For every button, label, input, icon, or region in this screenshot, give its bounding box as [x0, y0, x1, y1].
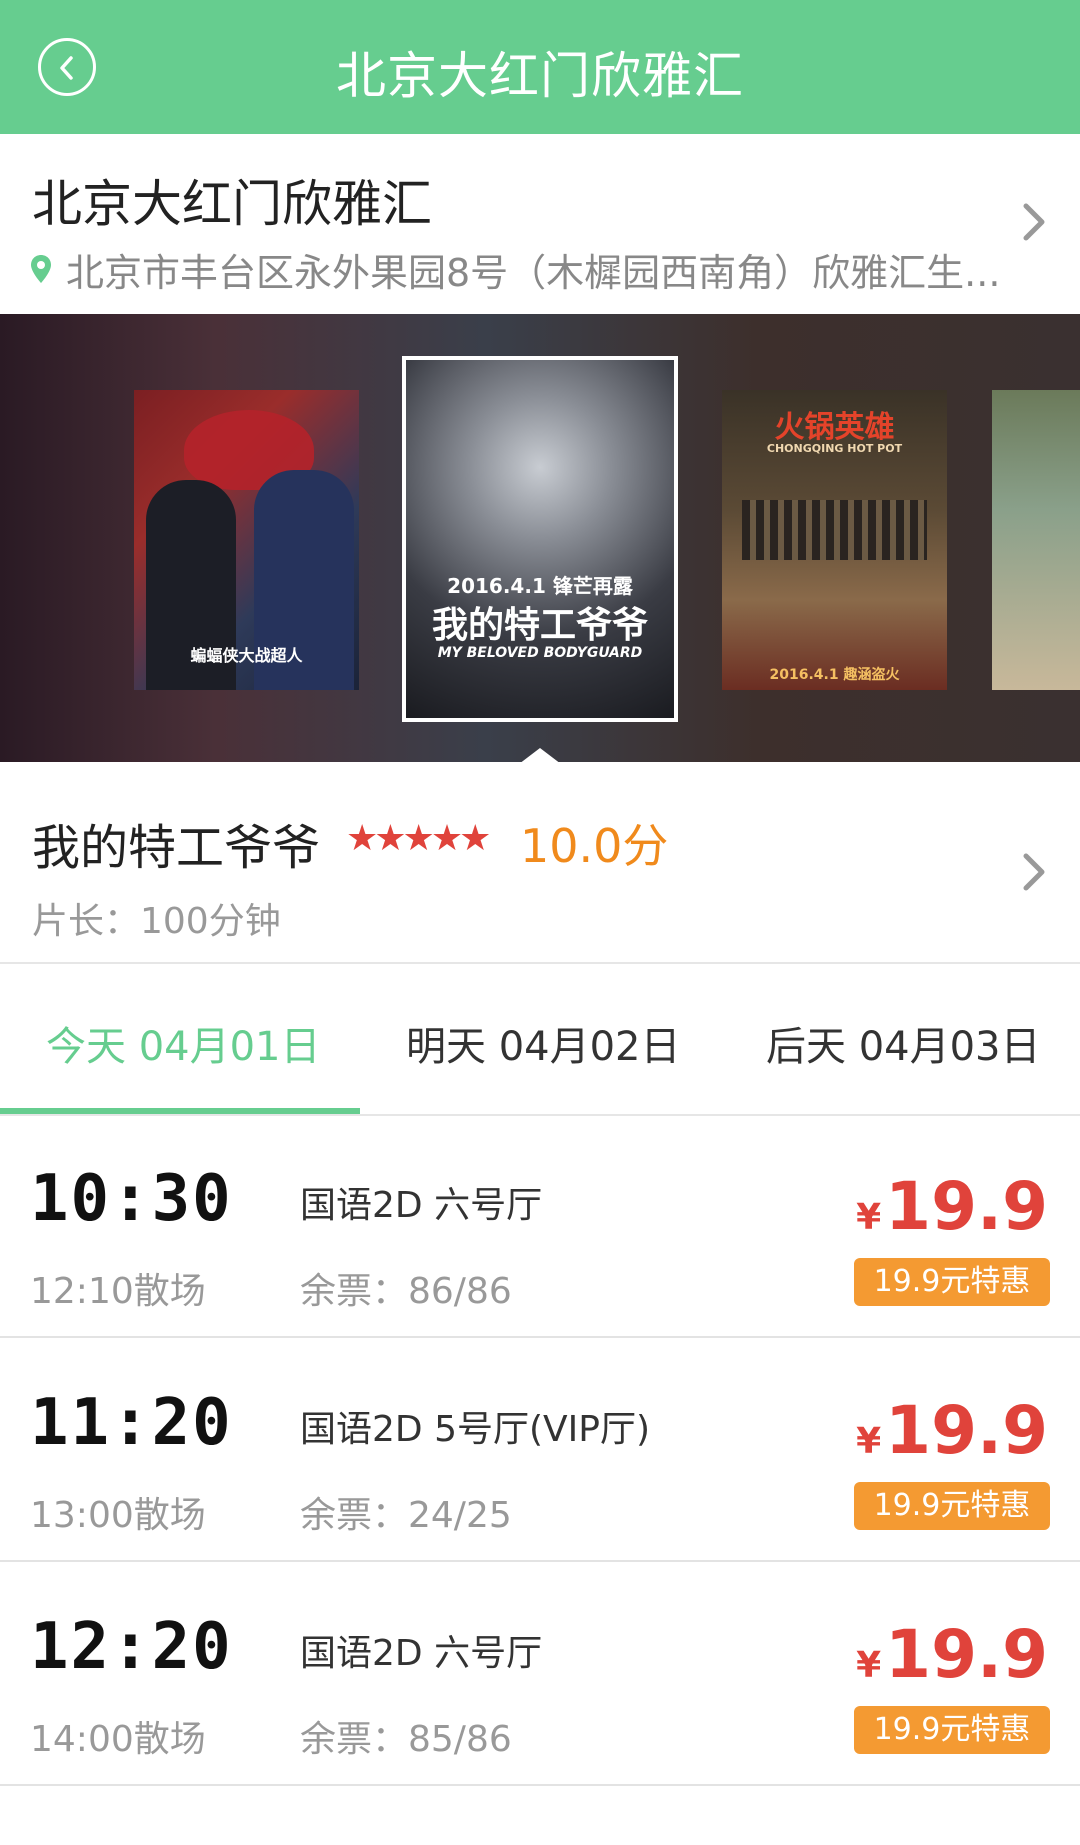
showtime-row[interactable]: 11:20 13:00散场 国语2D 5号厅(VIP厅) 余票：24/25 ¥1… [0, 1340, 1080, 1562]
currency-symbol: ¥ [856, 1197, 882, 1238]
promo-badge: 19.9元特惠 [854, 1258, 1050, 1306]
rating-stars: ★★★★★ [346, 818, 491, 859]
show-start-time: 11:20 [30, 1386, 233, 1460]
currency-symbol: ¥ [856, 1645, 882, 1686]
poster-my-beloved-bodyguard-selected[interactable]: 2016.4.1 锋芒再露 我的特工爷爷 MY BELOVED BODYGUAR… [402, 356, 678, 722]
chevron-right-icon [1023, 203, 1045, 241]
show-end-time: 12:10散场 [30, 1271, 206, 1312]
poster-date: 2016.4.1 趣涵盗火 [769, 667, 900, 683]
movie-duration: 片长：100分钟 [32, 901, 281, 942]
show-start-time: 10:30 [30, 1162, 233, 1236]
cinema-info-row[interactable]: 北京大红门欣雅汇 北京市丰台区永外果园8号（木樨园西南角）欣雅汇生... [0, 134, 1080, 314]
movie-info-row[interactable]: 我的特工爷爷 ★★★★★ 10.0分 片长：100分钟 [0, 762, 1080, 964]
price-amount: 19.9 [885, 1616, 1048, 1693]
price-amount: 19.9 [885, 1392, 1048, 1469]
showtime-row[interactable]: 10:30 12:10散场 国语2D 六号厅 余票：86/86 ¥19.9 19… [0, 1116, 1080, 1338]
poster-date: 2016.4.1 锋芒再露 [447, 574, 633, 598]
tab-tomorrow[interactable]: 明天 04月02日 [406, 1014, 681, 1072]
date-tabs: 今天 04月01日 明天 04月02日 后天 04月03日 [0, 964, 1080, 1116]
top-bar: 北京大红门欣雅汇 [0, 0, 1080, 134]
ticket-price: ¥19.9 [856, 1616, 1048, 1693]
show-start-time: 12:20 [30, 1610, 233, 1684]
poster-title: 我的特工爷爷 [431, 605, 648, 646]
show-end-time: 13:00散场 [30, 1495, 206, 1536]
show-hall: 国语2D 5号厅(VIP厅) [300, 1409, 651, 1450]
seats-remaining: 余票：24/25 [300, 1495, 512, 1536]
poster-art [742, 500, 927, 560]
cinema-address: 北京市丰台区永外果园8号（木樨园西南角）欣雅汇生... [66, 251, 1001, 295]
ticket-price: ¥19.9 [856, 1168, 1048, 1245]
show-hall: 国语2D 六号厅 [300, 1633, 543, 1674]
rating-score: 10.0分 [520, 819, 669, 873]
movie-title: 我的特工爷爷 [32, 820, 321, 876]
poster-subtitle: CHONGQING HOT POT [766, 442, 903, 455]
poster-title-en: MY BELOVED BODYGUARD [437, 645, 643, 661]
location-pin-icon [31, 255, 51, 283]
active-tab-indicator [0, 1108, 360, 1114]
seats-remaining: 余票：85/86 [300, 1719, 512, 1760]
poster-caption: 蝙蝠侠大战超人 [190, 646, 303, 665]
tab-today[interactable]: 今天 04月01日 [46, 1014, 321, 1072]
poster-partial[interactable] [992, 390, 1080, 690]
ticket-price: ¥19.9 [856, 1392, 1048, 1469]
poster-title: 火锅英雄 [774, 410, 895, 445]
poster-carousel[interactable]: 蝙蝠侠大战超人 2016.4.1 锋芒再露 我的特工爷爷 MY BELOVED … [0, 314, 1080, 762]
poster-chongqing-hot-pot[interactable]: 火锅英雄 CHONGQING HOT POT 2016.4.1 趣涵盗火 [722, 390, 947, 690]
cinema-name: 北京大红门欣雅汇 [32, 175, 432, 233]
seats-remaining: 余票：86/86 [300, 1271, 512, 1312]
showtime-row[interactable]: 12:20 14:00散场 国语2D 六号厅 余票：85/86 ¥19.9 19… [0, 1564, 1080, 1786]
currency-symbol: ¥ [856, 1421, 882, 1462]
selection-notch [519, 748, 561, 762]
page-title: 北京大红门欣雅汇 [336, 47, 744, 105]
show-end-time: 14:00散场 [30, 1719, 206, 1760]
promo-badge: 19.9元特惠 [854, 1706, 1050, 1754]
chevron-right-icon [1023, 853, 1045, 891]
tab-day-after[interactable]: 后天 04月03日 [766, 1014, 1041, 1072]
show-hall: 国语2D 六号厅 [300, 1185, 543, 1226]
promo-badge: 19.9元特惠 [854, 1482, 1050, 1530]
poster-batman-v-superman[interactable]: 蝙蝠侠大战超人 [134, 390, 359, 690]
price-amount: 19.9 [885, 1168, 1048, 1245]
